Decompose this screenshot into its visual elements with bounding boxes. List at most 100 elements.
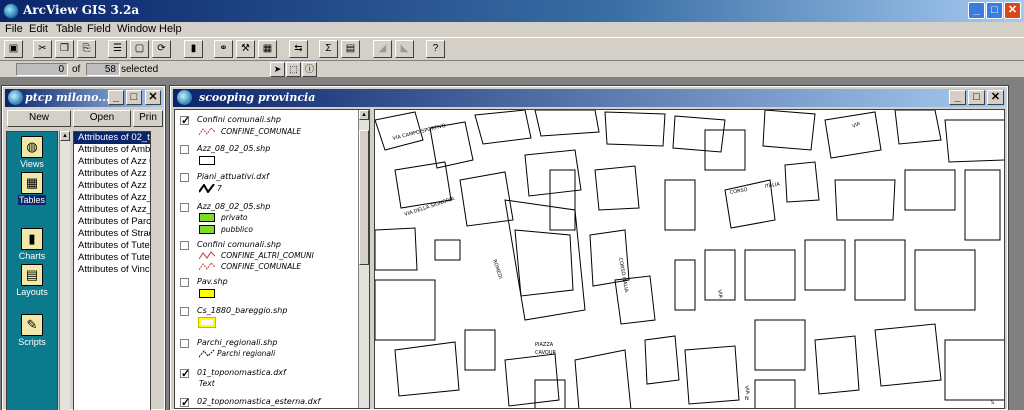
fill-symbol	[199, 225, 215, 234]
chart-icon[interactable]: ▮	[184, 40, 203, 58]
of-label: of	[72, 64, 81, 75]
legend-label: CONFINE_ALTRI_COMUNI	[221, 251, 314, 260]
table-list-item[interactable]: Attributes of Azz_2	[74, 204, 150, 216]
theme-visibility-checkbox[interactable]: ✓	[180, 116, 190, 127]
scripts-item[interactable]: ✎ Scripts	[7, 312, 57, 352]
theme-visibility-checkbox[interactable]	[180, 173, 189, 182]
pointer-tool-icon[interactable]: ➤	[270, 62, 285, 77]
theme-visibility-checkbox[interactable]	[180, 241, 189, 250]
theme-visibility-checkbox[interactable]	[180, 307, 189, 316]
maximize-button[interactable]: □	[986, 2, 1003, 19]
table-of-contents: ✓ Confini comunali.shp CONFINE_COMUNALE …	[174, 109, 370, 409]
toc-scrollbar[interactable]: ▲	[358, 110, 369, 408]
theme-name: 02_toponomastica_esterna.dxf	[197, 397, 321, 406]
find-binoculars-icon[interactable]: ⚭	[214, 40, 233, 58]
script-icon: ✎	[21, 314, 43, 336]
theme-visibility-checkbox[interactable]	[180, 278, 189, 287]
project-maximize-button[interactable]: □	[126, 90, 142, 105]
theme-name: Confini comunali.shp	[197, 240, 281, 249]
view-close-button[interactable]: ✕	[987, 90, 1004, 105]
street-label: VIA	[851, 121, 862, 130]
help-cursor-icon[interactable]: ?	[426, 40, 445, 58]
building-footprints	[375, 110, 1004, 408]
street-label: S	[991, 400, 994, 406]
theme-visibility-checkbox[interactable]	[180, 339, 189, 348]
print-button[interactable]: Prin	[133, 110, 163, 127]
theme-name: Cs_1880_bareggio.shp	[197, 306, 288, 315]
scroll-up-arrow-icon[interactable]: ▲	[359, 110, 369, 120]
copy-icon[interactable]: ❐	[55, 40, 74, 58]
charts-item[interactable]: ▮ Charts	[7, 226, 57, 266]
theme-visibility-checkbox[interactable]	[180, 145, 189, 154]
join-icon[interactable]: ⇆	[289, 40, 308, 58]
menu-bar: File Edit Table Field Window Help	[0, 22, 1024, 37]
project-window-titlebar[interactable]: ptcp milano.... _ □ ✕	[5, 89, 163, 107]
refresh-icon[interactable]: ⟳	[152, 40, 171, 58]
legend-label: CONFINE_COMUNALE	[221, 127, 302, 136]
table-list-item[interactable]: Attributes of Strade	[74, 228, 150, 240]
tables-item[interactable]: ▦ Tables	[7, 170, 57, 210]
table-list-item[interactable]: Attributes of 02_top	[74, 132, 150, 144]
table-list-item[interactable]: Attributes of Azz_0	[74, 192, 150, 204]
menu-window[interactable]: Window	[117, 23, 156, 35]
sum-icon[interactable]: Σ	[319, 40, 338, 58]
menu-table[interactable]: Table	[56, 23, 82, 35]
close-button[interactable]: ✕	[1004, 2, 1021, 19]
outline-symbol	[198, 317, 216, 328]
line-symbol	[199, 184, 215, 193]
theme-name: Azz_08_02_05.shp	[197, 202, 271, 211]
street-label: VIA DELLA SIGNORIA	[404, 196, 456, 218]
view-window-titlebar[interactable]: scooping provincia _ □ ✕	[173, 89, 1005, 107]
layouts-item[interactable]: ▤ Layouts	[7, 262, 57, 302]
sort-descending-icon[interactable]: ◣	[395, 40, 414, 58]
street-label: N	[745, 396, 749, 402]
project-close-button[interactable]: ✕	[145, 90, 161, 105]
selected-count-field: 0	[16, 63, 68, 76]
table-list-item[interactable]: Attributes of Azz 22	[74, 180, 150, 192]
table-list-item[interactable]: Attributes of Azz 21	[74, 168, 150, 180]
project-minimize-button[interactable]: _	[108, 90, 124, 105]
view-maximize-button[interactable]: □	[968, 90, 985, 105]
views-item[interactable]: ◍ Views	[7, 134, 57, 174]
table-list-item[interactable]: Attributes of Vincol	[74, 264, 150, 276]
save-icon[interactable]: ▣	[4, 40, 23, 58]
scroll-up-arrow-icon[interactable]: ▲	[60, 131, 70, 141]
paste-icon[interactable]: ⎘	[77, 40, 96, 58]
table-list-item[interactable]: Attributes of Parchi	[74, 216, 150, 228]
map-display[interactable]: VIA CAMPO SPORTIVO VIA DELLA SIGNORIA CO…	[374, 109, 1005, 409]
menu-help[interactable]: Help	[159, 23, 182, 35]
street-label: ROMEDI	[491, 259, 503, 280]
select-tool-icon[interactable]: ⬚	[286, 62, 301, 77]
scroll-thumb[interactable]	[359, 130, 369, 265]
legend-label: privato	[221, 213, 248, 222]
view-minimize-button[interactable]: _	[949, 90, 966, 105]
street-label: VIA	[743, 385, 750, 395]
theme-visibility-checkbox[interactable]: ✓	[180, 398, 190, 408]
table-list-item[interactable]: Attributes of Ambiti	[74, 144, 150, 156]
new-button[interactable]: New	[7, 110, 71, 127]
theme-visibility-checkbox[interactable]: ✓	[180, 369, 190, 380]
open-button[interactable]: Open	[73, 110, 131, 127]
fill-symbol	[199, 156, 215, 165]
table-list-item[interactable]: Attributes of Azz 02	[74, 156, 150, 168]
menu-edit[interactable]: Edit	[29, 23, 48, 35]
selection-status-bar: 0 of 58 selected ➤ ⬚ ⓘ	[0, 61, 1024, 77]
identify-tool-icon[interactable]: ⓘ	[302, 62, 317, 77]
table-list-item[interactable]: Attributes of Tutele	[74, 240, 150, 252]
project-icon	[8, 90, 23, 105]
bar-chart-icon: ▮	[21, 228, 43, 250]
street-label: CAVOUR	[535, 350, 557, 356]
query-builder-icon[interactable]: ▦	[258, 40, 277, 58]
query-hammer-icon[interactable]: ⚒	[236, 40, 255, 58]
table-properties-icon[interactable]: ☰	[108, 40, 127, 58]
menu-file[interactable]: File	[5, 23, 23, 35]
theme-visibility-checkbox[interactable]	[180, 203, 189, 212]
table-list-item[interactable]: Attributes of Tutele	[74, 252, 150, 264]
calculate-icon[interactable]: ▤	[341, 40, 360, 58]
select-all-icon[interactable]: ▢	[130, 40, 149, 58]
sort-ascending-icon[interactable]: ◢	[373, 40, 392, 58]
cut-icon[interactable]: ✂	[33, 40, 52, 58]
minimize-button[interactable]: _	[968, 2, 985, 19]
menu-field[interactable]: Field	[87, 23, 111, 35]
document-type-scrollbar[interactable]: ▲	[59, 131, 70, 410]
